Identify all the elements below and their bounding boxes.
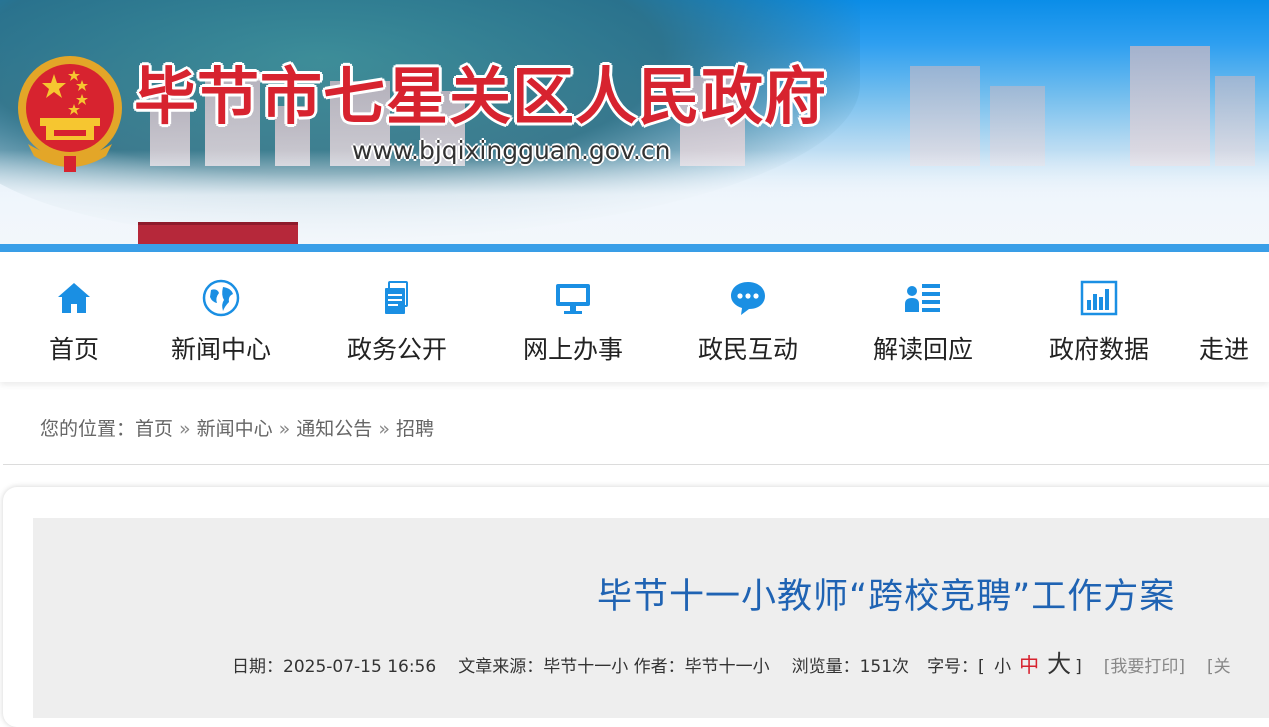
article-meta: 日期：2025-07-15 16:56 文章来源：毕节十一小 作者：毕节十一小 浏览… [232, 644, 1231, 679]
banner-building [1130, 46, 1210, 166]
breadcrumb-home[interactable]: 首页 [135, 418, 173, 440]
national-emblem-icon[interactable] [14, 52, 126, 174]
font-size-label: 字号：[ [927, 657, 985, 677]
breadcrumb-separator: » [278, 418, 291, 440]
banner-divider [0, 244, 1269, 252]
nav-label: 走进 [1199, 335, 1250, 364]
main-nav: 首页 新闻中心 政务公开 网上办事 政民互动 解读回应 政府数据 走进 [0, 252, 1269, 382]
article-date: 日期：2025-07-15 16:56 [232, 657, 437, 677]
nav-item-gov-affairs[interactable]: 政务公开 [327, 278, 467, 368]
article-author: 作者：毕节十一小 [633, 657, 770, 677]
home-icon [58, 283, 90, 313]
nav-label: 解读回应 [872, 335, 973, 364]
breadcrumb-notices[interactable]: 通知公告 [296, 418, 372, 440]
breadcrumb-news[interactable]: 新闻中心 [197, 418, 273, 440]
bar-chart-icon [1080, 280, 1118, 316]
nav-item-online-service[interactable]: 网上办事 [503, 278, 643, 368]
header-banner: 毕节市七星关区人民政府 www.bjqixingguan.gov.cn [0, 0, 1269, 244]
article-title: 毕节十一小教师“跨校竞聘”工作方案 [597, 577, 1176, 617]
breadcrumb-separator: » [179, 418, 191, 440]
article-views: 浏览量：151次 [791, 657, 910, 677]
nav-item-about[interactable]: 走进 [1199, 278, 1269, 368]
nav-item-news[interactable]: 新闻中心 [151, 278, 291, 368]
font-medium-button[interactable]: 中 [1019, 649, 1039, 678]
banner-red-building [138, 222, 298, 244]
monitor-icon [556, 284, 590, 314]
print-button[interactable]: [我要打印] [1104, 652, 1185, 677]
article-source: 文章来源：毕节十一小 [458, 657, 629, 677]
font-size-close: ] [1075, 657, 1082, 677]
close-window-button[interactable]: [关 [1207, 652, 1231, 677]
breadcrumb: 您的位置：首页» 新闻中心» 通知公告» 招聘 [40, 414, 434, 441]
nav-item-gov-data[interactable]: 政府数据 [1029, 278, 1169, 368]
nav-label: 政务公开 [346, 335, 447, 364]
nav-item-interpretation[interactable]: 解读回应 [853, 278, 993, 368]
site-title: 毕节市七星关区人民政府 [134, 60, 828, 133]
chat-icon [731, 282, 765, 315]
breadcrumb-separator: » [378, 418, 390, 440]
globe-icon [202, 279, 240, 317]
breadcrumb-recruitment[interactable]: 招聘 [396, 418, 434, 440]
nav-item-interaction[interactable]: 政民互动 [678, 278, 818, 368]
font-small-button[interactable]: 小 [994, 652, 1011, 677]
nav-label: 新闻中心 [170, 335, 271, 364]
font-large-button[interactable]: 大 [1047, 644, 1071, 679]
nav-label: 政民互动 [697, 335, 798, 364]
user-list-icon [905, 284, 940, 312]
breadcrumb-prefix: 您的位置： [40, 418, 136, 440]
document-icon [385, 281, 408, 314]
nav-item-home[interactable]: 首页 [4, 278, 144, 368]
nav-label: 首页 [48, 335, 99, 364]
site-url: www.bjqixingguan.gov.cn [352, 136, 671, 165]
nav-label: 网上办事 [522, 335, 623, 364]
nav-label: 政府数据 [1048, 335, 1149, 364]
breadcrumb-divider [3, 464, 1269, 465]
